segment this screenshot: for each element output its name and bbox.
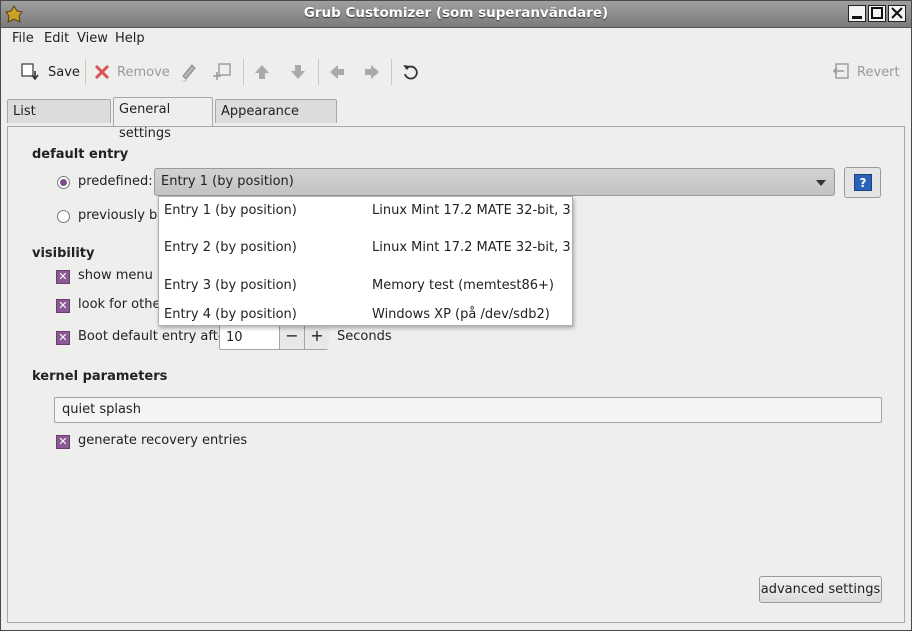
move-left-button[interactable]: [328, 61, 346, 83]
save-icon: [21, 63, 39, 81]
chevron-down-icon: [816, 180, 826, 186]
app-window: Grub Customizer (som superanvändare) Fil…: [0, 0, 912, 631]
timeout-value[interactable]: 10: [226, 330, 243, 345]
help-icon: ?: [854, 174, 872, 191]
close-icon: [891, 7, 903, 19]
close-button[interactable]: [888, 5, 906, 22]
remove-button[interactable]: Remove: [93, 61, 170, 83]
refresh-button[interactable]: [401, 61, 421, 83]
revert-label: Revert: [857, 64, 900, 80]
move-down-icon: [291, 65, 305, 79]
kernel-parameters-heading: kernel parameters: [32, 369, 168, 384]
default-entry-selected: Entry 1 (by position): [161, 174, 294, 189]
kernel-parameters-field[interactable]: [54, 397, 882, 423]
dropdown-item-title: Memory test (memtest86+): [372, 278, 554, 293]
menu-edit[interactable]: Edit: [44, 31, 69, 46]
menu-bar: File Edit View Help: [1, 27, 911, 51]
move-up-icon: [255, 65, 269, 79]
dropdown-item-title: Windows XP (på /dev/sdb2): [372, 307, 550, 322]
dropdown-item[interactable]: Entry 3 (by position) Memory test (memte…: [159, 273, 572, 297]
dropdown-item-title: Linux Mint 17.2 MATE 32-bit, 3.16.0-: [372, 240, 572, 255]
advanced-settings-button[interactable]: advanced settings: [759, 576, 882, 603]
refresh-icon: [403, 65, 418, 80]
toolbar: Save Remove Revert: [1, 51, 911, 93]
save-button[interactable]: Save: [20, 61, 80, 83]
title-bar[interactable]: Grub Customizer (som superanvändare): [1, 1, 911, 28]
look-for-other-label: look for other: [78, 297, 166, 312]
help-button[interactable]: ?: [844, 167, 881, 198]
minimize-button[interactable]: [848, 5, 866, 22]
boot-default-after-label: Boot default entry after: [78, 329, 232, 344]
previously-booted-radio[interactable]: [57, 210, 70, 223]
tab-appearance-settings[interactable]: Appearance settings: [215, 99, 337, 143]
dropdown-item-entry: Entry 4 (by position): [164, 307, 297, 322]
move-down-button[interactable]: [289, 61, 307, 83]
default-entry-combo[interactable]: Entry 1 (by position): [154, 168, 835, 196]
recovery-entries-label: generate recovery entries: [78, 433, 248, 448]
edit-icon: [182, 64, 196, 82]
toolbar-separator: [318, 59, 319, 85]
menu-view[interactable]: View: [77, 31, 108, 46]
toolbar-separator: [85, 59, 86, 85]
edit-button[interactable]: [179, 61, 199, 83]
revert-button[interactable]: Revert: [831, 61, 900, 83]
toolbar-separator: [243, 59, 244, 85]
move-left-icon: [330, 65, 344, 79]
create-entry-button[interactable]: [213, 61, 233, 83]
dropdown-item-title: Linux Mint 17.2 MATE 32-bit, 3.16.0-: [372, 203, 572, 218]
dropdown-item-entry: Entry 1 (by position): [164, 203, 297, 218]
visibility-heading: visibility: [32, 246, 95, 261]
tab-general-settings[interactable]: General settings: [113, 97, 213, 141]
dropdown-item[interactable]: Entry 2 (by position) Linux Mint 17.2 MA…: [159, 235, 572, 259]
dropdown-item-entry: Entry 2 (by position): [164, 240, 297, 255]
remove-label: Remove: [117, 64, 170, 80]
minimize-icon: [852, 16, 862, 19]
dropdown-item[interactable]: Entry 4 (by position) Windows XP (på /de…: [159, 302, 572, 325]
dropdown-item-entry: Entry 3 (by position): [164, 278, 297, 293]
revert-icon: [832, 63, 849, 79]
predefined-radio[interactable]: [57, 176, 70, 189]
seconds-label: Seconds: [337, 329, 392, 344]
default-entry-heading: default entry: [32, 147, 129, 162]
save-label: Save: [48, 64, 80, 80]
default-entry-dropdown: Entry 1 (by position) Linux Mint 17.2 MA…: [158, 196, 573, 326]
toolbar-separator: [391, 59, 392, 85]
remove-icon: [94, 64, 110, 80]
kernel-parameters-input[interactable]: [60, 401, 864, 418]
show-menu-label: show menu: [78, 268, 153, 283]
maximize-icon: [871, 7, 883, 19]
timeout-spinner[interactable]: 10 − +: [219, 324, 329, 350]
decrement-button[interactable]: −: [279, 325, 304, 349]
dropdown-item[interactable]: Entry 1 (by position) Linux Mint 17.2 MA…: [159, 198, 572, 222]
create-entry-icon: [213, 63, 231, 80]
window-title: Grub Customizer (som superanvändare): [303, 5, 609, 21]
look-for-other-checkbox[interactable]: ✕: [56, 299, 70, 313]
predefined-label: predefined:: [78, 174, 153, 189]
menu-help[interactable]: Help: [115, 31, 145, 46]
increment-button[interactable]: +: [304, 325, 329, 349]
tab-list-configuration[interactable]: List configuration: [7, 99, 111, 143]
boot-default-after-checkbox[interactable]: ✕: [56, 331, 70, 345]
move-right-icon: [365, 65, 379, 79]
move-right-button[interactable]: [363, 61, 381, 83]
recovery-entries-checkbox[interactable]: ✕: [56, 435, 70, 449]
move-up-button[interactable]: [253, 61, 271, 83]
menu-file[interactable]: File: [12, 31, 34, 46]
show-menu-checkbox[interactable]: ✕: [56, 270, 70, 284]
maximize-button[interactable]: [868, 5, 886, 22]
